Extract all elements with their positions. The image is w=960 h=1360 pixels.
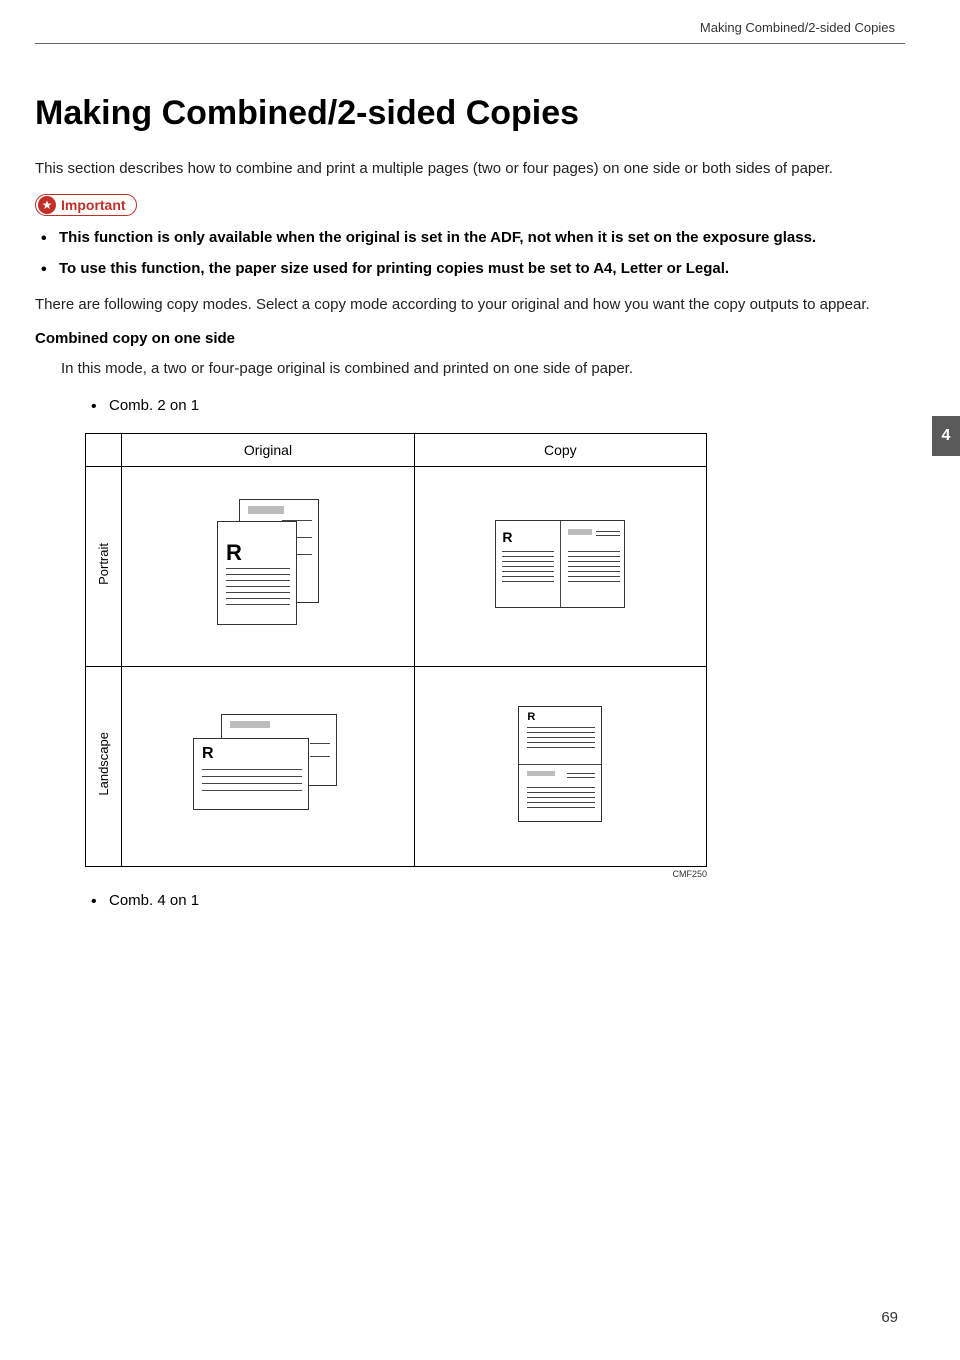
important-badge: ★ Important bbox=[35, 194, 137, 216]
row-label-landscape: Landscape bbox=[86, 666, 122, 866]
cell-portrait-original: R bbox=[122, 466, 414, 666]
fig-landscape-copy: R bbox=[518, 706, 602, 822]
table-header-copy: Copy bbox=[414, 433, 706, 466]
glyph-R: R bbox=[527, 711, 535, 723]
comb-4on1: Comb. 4 on 1 bbox=[109, 889, 905, 914]
fig-portrait-copy: R bbox=[495, 520, 625, 608]
chapter-tab: 4 bbox=[932, 416, 960, 456]
header-rule bbox=[35, 43, 905, 44]
important-bullet-list: This function is only available when the… bbox=[35, 226, 905, 282]
comb-list-bottom: Comb. 4 on 1 bbox=[85, 889, 905, 914]
important-bullet-1: This function is only available when the… bbox=[59, 226, 905, 251]
page-number: 69 bbox=[881, 1309, 898, 1326]
row-label-portrait: Portrait bbox=[86, 466, 122, 666]
landscape-label: Landscape bbox=[96, 732, 111, 796]
star-icon: ★ bbox=[38, 196, 56, 214]
combined-heading: Combined copy on one side bbox=[35, 330, 905, 347]
glyph-R: R bbox=[202, 745, 214, 763]
table-corner bbox=[86, 433, 122, 466]
running-header: Making Combined/2-sided Copies bbox=[35, 20, 905, 35]
page-title: Making Combined/2-sided Copies bbox=[35, 94, 905, 133]
comb-list-top: Comb. 2 on 1 bbox=[85, 394, 905, 419]
glyph-R: R bbox=[502, 529, 512, 545]
intro-paragraph: This section describes how to combine an… bbox=[35, 157, 905, 182]
orig-copy-table: Original Copy Portrait R bbox=[85, 433, 707, 867]
fig-landscape-original: R bbox=[193, 714, 343, 814]
modes-intro: There are following copy modes. Select a… bbox=[35, 293, 905, 318]
table-header-original: Original bbox=[122, 433, 414, 466]
cell-portrait-copy: R bbox=[414, 466, 706, 666]
fig-portrait-original: R bbox=[209, 499, 327, 629]
cell-landscape-original: R bbox=[122, 666, 414, 866]
important-bullet-2: To use this function, the paper size use… bbox=[59, 257, 905, 282]
comb-2on1: Comb. 2 on 1 bbox=[109, 394, 905, 419]
orig-copy-table-wrapper: Original Copy Portrait R bbox=[85, 433, 707, 879]
figure-code: CMF250 bbox=[85, 869, 707, 879]
important-label: Important bbox=[61, 197, 126, 213]
glyph-R: R bbox=[226, 540, 242, 566]
portrait-label: Portrait bbox=[96, 543, 111, 585]
cell-landscape-copy: R bbox=[414, 666, 706, 866]
combined-desc: In this mode, a two or four-page origina… bbox=[61, 357, 905, 382]
